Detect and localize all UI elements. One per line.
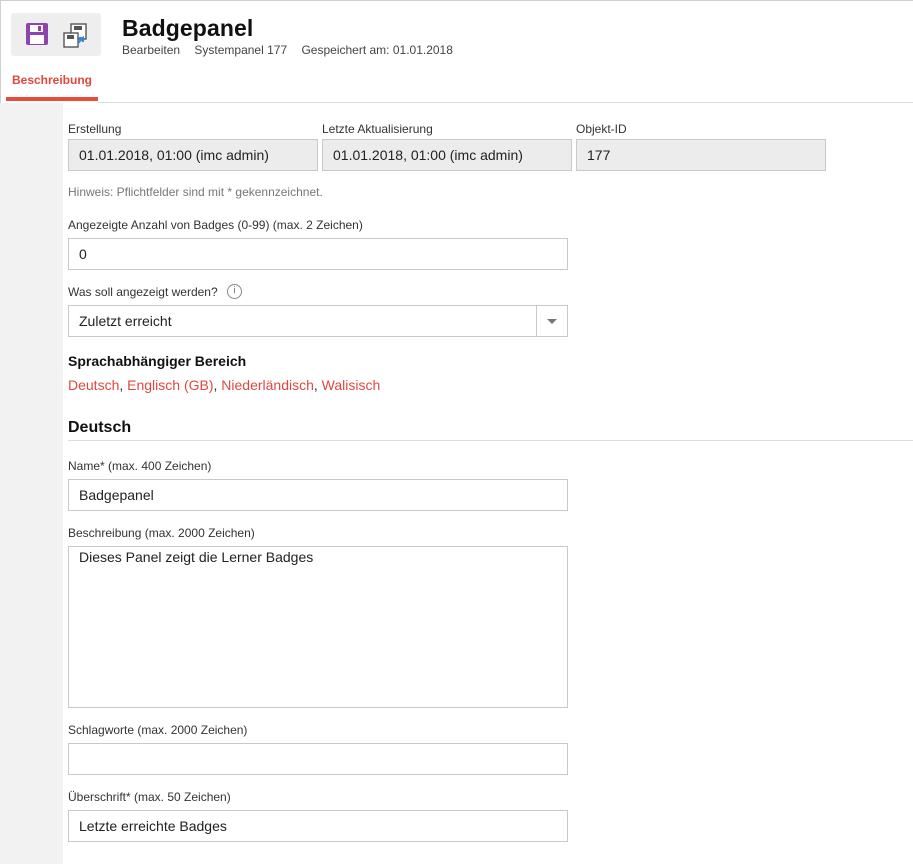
display-label: Was soll angezeigt werden? (68, 285, 218, 299)
keywords-input[interactable] (68, 743, 568, 775)
heading-divider (68, 440, 913, 441)
headline-input[interactable]: Letzte erreichte Badges (68, 810, 568, 842)
creation-value: 01.01.2018, 01:00 (imc admin) (79, 147, 269, 163)
description-textarea[interactable]: Dieses Panel zeigt die Lerner Badges (68, 546, 568, 708)
required-hint: Hinweis: Pflichtfelder sind mit * gekenn… (68, 185, 323, 199)
object-id-value: 177 (587, 147, 611, 163)
description-label: Beschreibung (max. 2000 Zeichen) (68, 526, 255, 540)
active-tab-indicator (6, 97, 98, 101)
display-select-value: Zuletzt erreicht (79, 313, 172, 329)
language-link-englisch[interactable]: Englisch (GB) (127, 377, 213, 393)
last-update-field: 01.01.2018, 01:00 (imc admin) (322, 139, 572, 171)
meta-saved: Gespeichert am: 01.01.2018 (301, 43, 453, 57)
creation-field: 01.01.2018, 01:00 (imc admin) (68, 139, 318, 171)
language-block-heading: Deutsch (68, 419, 132, 436)
language-link-niederlaendisch[interactable]: Niederländisch (221, 377, 314, 393)
headline-label: Überschrift* (max. 50 Zeichen) (68, 790, 231, 804)
toolbar (11, 13, 101, 56)
language-links: Deutsch, Englisch (GB), Niederländisch, … (68, 377, 380, 393)
name-value: Badgepanel (79, 487, 154, 503)
language-separator: , (119, 377, 128, 393)
save-copy-icon[interactable] (61, 21, 89, 49)
page-meta: Bearbeiten Systempanel 177 Gespeichert a… (122, 43, 464, 57)
floppy-disk-icon[interactable] (24, 21, 52, 49)
language-link-deutsch[interactable]: Deutsch (68, 377, 119, 393)
meta-mode: Bearbeiten (122, 43, 181, 57)
window-top-border (0, 0, 913, 1)
last-update-value: 01.01.2018, 01:00 (imc admin) (333, 147, 523, 163)
tab-divider (98, 102, 913, 103)
badge-count-input[interactable]: 0 (68, 238, 568, 270)
object-id-label: Objekt-ID (576, 122, 627, 136)
description-value: Dieses Panel zeigt die Lerner Badges (79, 549, 314, 565)
name-input[interactable]: Badgepanel (68, 479, 568, 511)
page-title: Badgepanel (122, 15, 254, 41)
language-separator: , (313, 377, 322, 393)
language-section-title: Sprachabhängiger Bereich (68, 353, 247, 369)
badge-count-label: Angezeigte Anzahl von Badges (0-99) (max… (68, 218, 363, 232)
chevron-down-icon[interactable] (536, 306, 567, 336)
name-label: Name* (max. 400 Zeichen) (68, 459, 212, 473)
keywords-label: Schlagworte (max. 2000 Zeichen) (68, 723, 248, 737)
badge-count-value: 0 (79, 246, 87, 262)
display-select[interactable]: Zuletzt erreicht (68, 305, 568, 337)
creation-label: Erstellung (68, 122, 122, 136)
headline-value: Letzte erreichte Badges (79, 818, 227, 834)
info-icon[interactable]: i (227, 284, 242, 299)
tab-beschreibung[interactable]: Beschreibung (6, 65, 98, 98)
object-id-field: 177 (576, 139, 826, 171)
last-update-label: Letzte Aktualisierung (322, 122, 433, 136)
language-link-walisisch[interactable]: Walisisch (322, 377, 381, 393)
meta-type: Systempanel 177 (194, 43, 288, 57)
left-gutter (0, 103, 63, 864)
